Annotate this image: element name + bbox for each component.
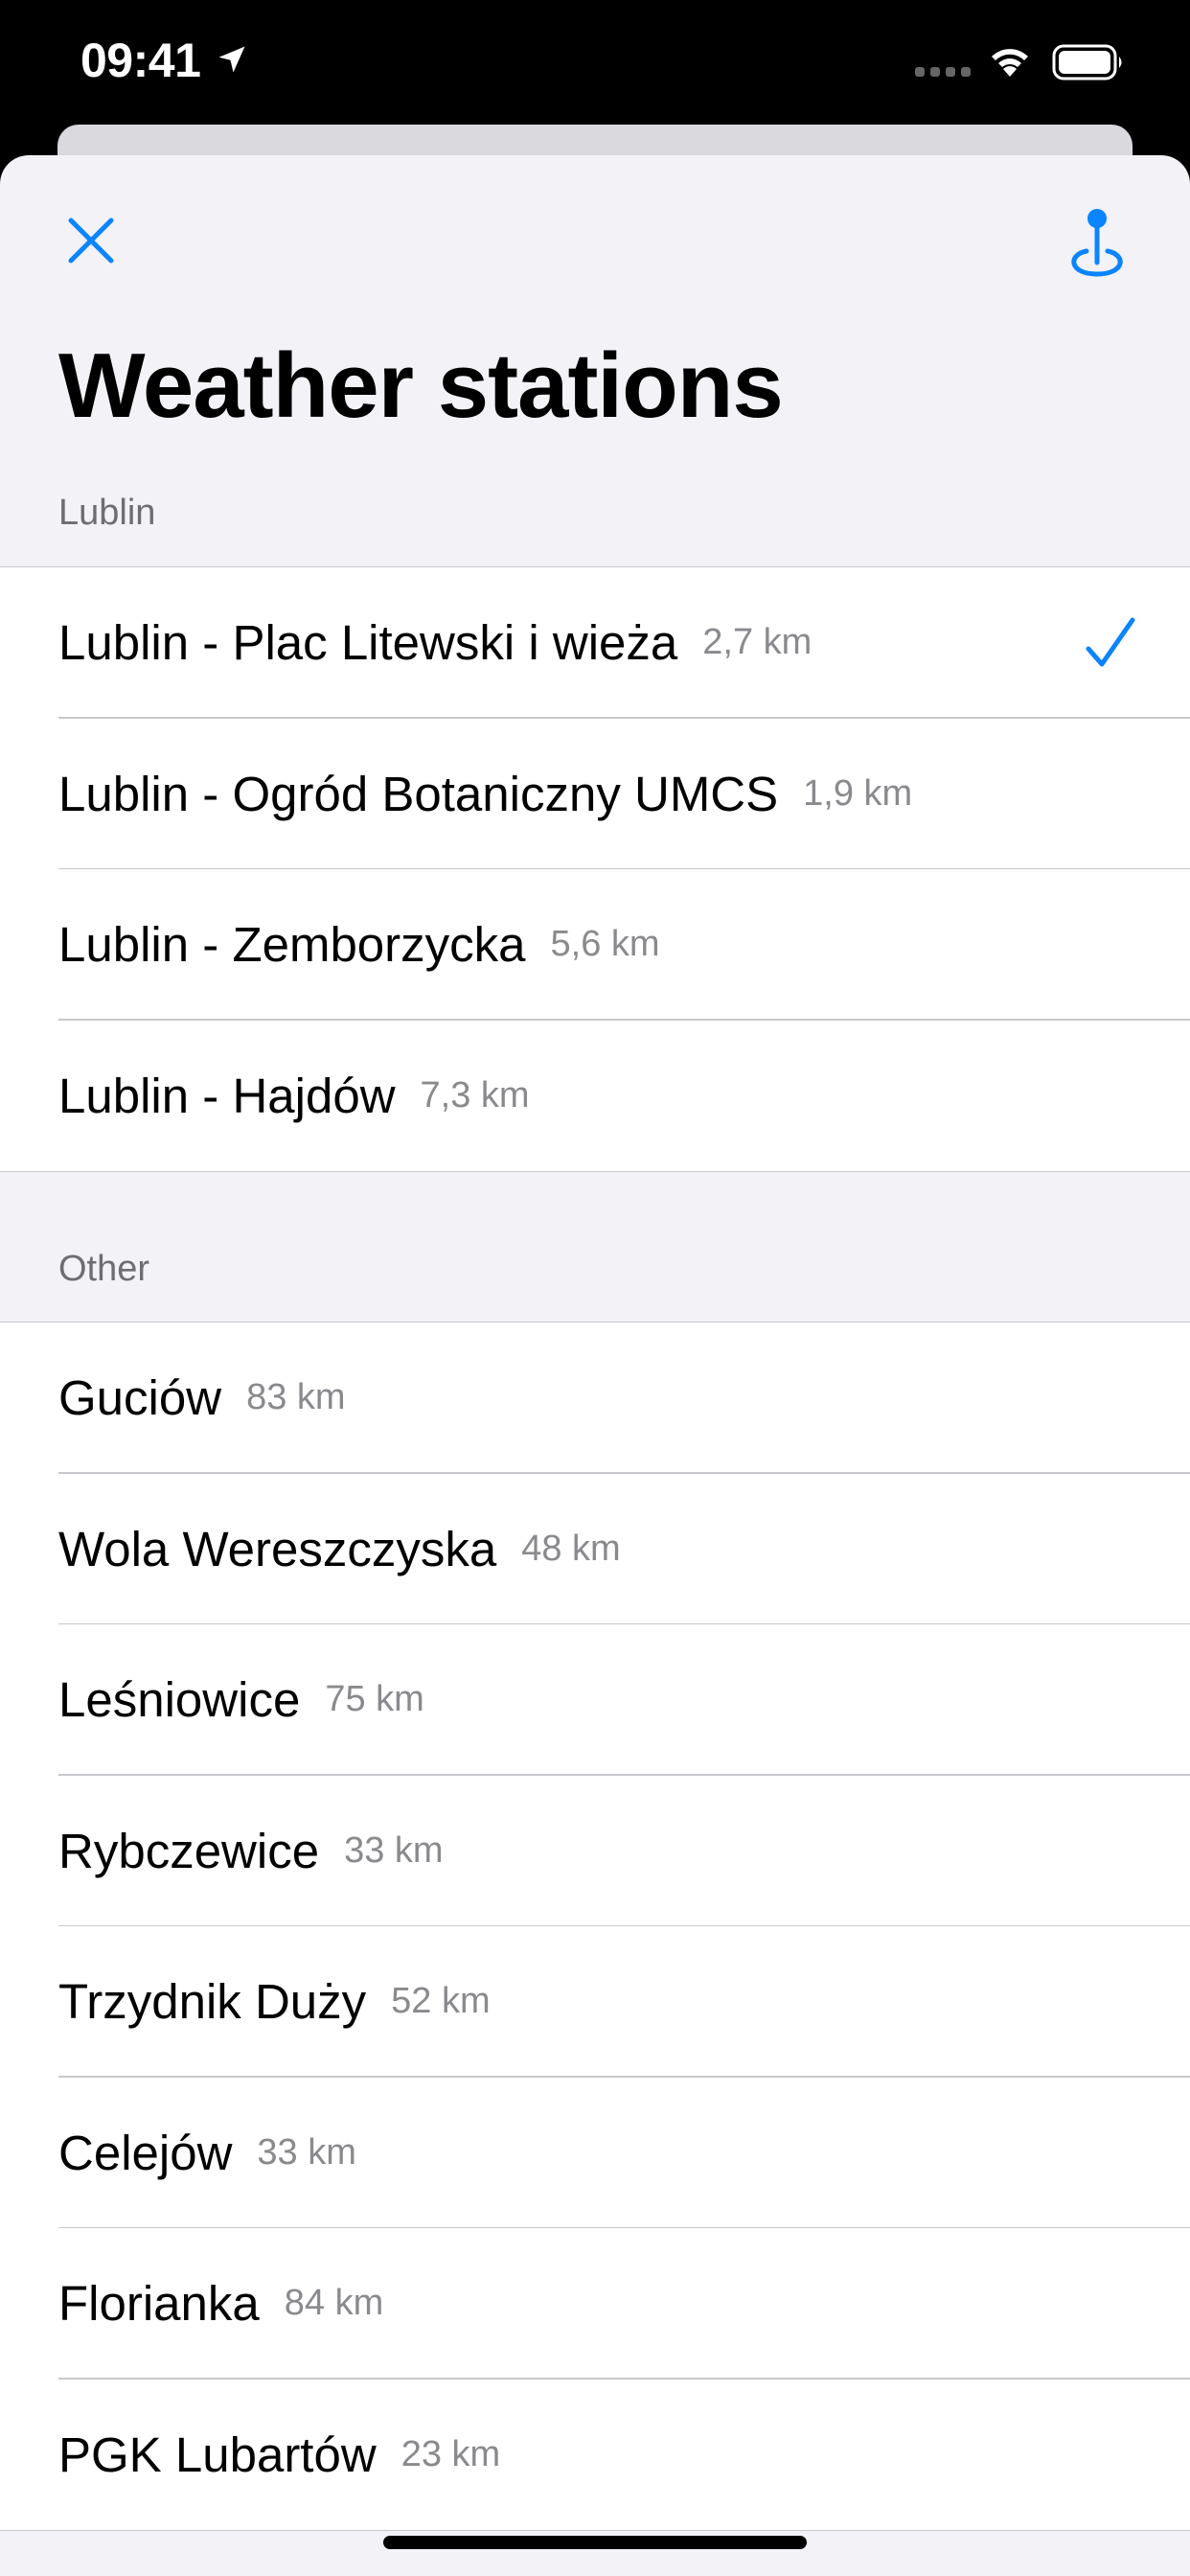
other-stations-list: Guciów 83 km Wola Wereszczyska 48 km Leś… xyxy=(0,1322,1190,2531)
station-name: Rybczewice xyxy=(58,1823,320,1878)
status-bar: 09:41 xyxy=(0,0,1190,125)
station-name: PGK Lubartów xyxy=(58,2426,377,2482)
station-row[interactable]: Florianka 84 km xyxy=(0,2228,1190,2380)
station-row[interactable]: Lublin - Plac Litewski i wieża 2,7 km xyxy=(0,567,1190,719)
station-row[interactable]: PGK Lubartów 23 km xyxy=(0,2380,1190,2531)
station-name: Trzydnik Duży xyxy=(58,1974,367,2030)
station-distance: 75 km xyxy=(325,1679,424,1720)
map-pin-icon[interactable] xyxy=(1064,203,1131,280)
station-distance: 33 km xyxy=(344,1829,444,1871)
station-name: Wola Wereszczyska xyxy=(58,1521,497,1576)
station-distance: 83 km xyxy=(246,1377,346,1418)
station-distance: 2,7 km xyxy=(702,622,812,663)
station-name: Lublin - Ogród Botaniczny UMCS xyxy=(58,766,779,821)
station-row[interactable]: Lublin - Ogród Botaniczny UMCS 1,9 km xyxy=(0,719,1190,869)
location-arrow-icon xyxy=(218,46,245,73)
station-name: Leśniowice xyxy=(58,1672,301,1728)
station-distance: 33 km xyxy=(257,2131,356,2173)
station-name: Guciów xyxy=(58,1370,222,1426)
station-distance: 84 km xyxy=(284,2283,384,2324)
station-name: Florianka xyxy=(58,2276,260,2332)
signal-icon xyxy=(915,67,971,77)
station-row[interactable]: Celejów 33 km xyxy=(0,2078,1190,2228)
station-row[interactable]: Wola Wereszczyska 48 km xyxy=(0,1474,1190,1624)
station-row[interactable]: Lublin - Zemborzycka 5,6 km xyxy=(0,869,1190,1021)
page-title: Weather stations xyxy=(58,334,784,437)
section-header-lublin: Lublin xyxy=(58,493,156,533)
station-row[interactable]: Rybczewice 33 km xyxy=(0,1776,1190,1926)
station-distance: 23 km xyxy=(400,2433,501,2474)
station-name: Lublin - Hajdów xyxy=(58,1068,396,1123)
stations-sheet: Weather stations Lublin Lublin - Plac Li… xyxy=(0,155,1190,2576)
station-distance: 5,6 km xyxy=(550,924,660,965)
station-name: Lublin - Zemborzycka xyxy=(58,917,526,973)
lublin-stations-list: Lublin - Plac Litewski i wieża 2,7 km Lu… xyxy=(0,566,1190,1172)
station-row[interactable]: Lublin - Hajdów 7,3 km xyxy=(0,1021,1190,1172)
checkmark-icon xyxy=(1086,617,1135,667)
station-distance: 7,3 km xyxy=(420,1074,530,1116)
station-name: Lublin - Plac Litewski i wieża xyxy=(58,615,678,671)
station-row[interactable]: Trzydnik Duży 52 km xyxy=(0,1926,1190,2078)
status-time: 09:41 xyxy=(80,34,201,87)
station-row[interactable]: Guciów 83 km xyxy=(0,1322,1190,1474)
station-distance: 52 km xyxy=(391,1981,491,2022)
station-distance: 48 km xyxy=(521,1528,621,1569)
station-name: Celejów xyxy=(58,2125,233,2180)
home-indicator[interactable] xyxy=(383,2536,807,2549)
battery-icon xyxy=(1052,44,1122,80)
station-row[interactable]: Leśniowice 75 km xyxy=(0,1624,1190,1776)
section-header-other: Other xyxy=(58,1249,150,1289)
wifi-icon xyxy=(992,49,1028,77)
station-distance: 1,9 km xyxy=(803,772,913,814)
close-icon[interactable] xyxy=(59,209,123,272)
